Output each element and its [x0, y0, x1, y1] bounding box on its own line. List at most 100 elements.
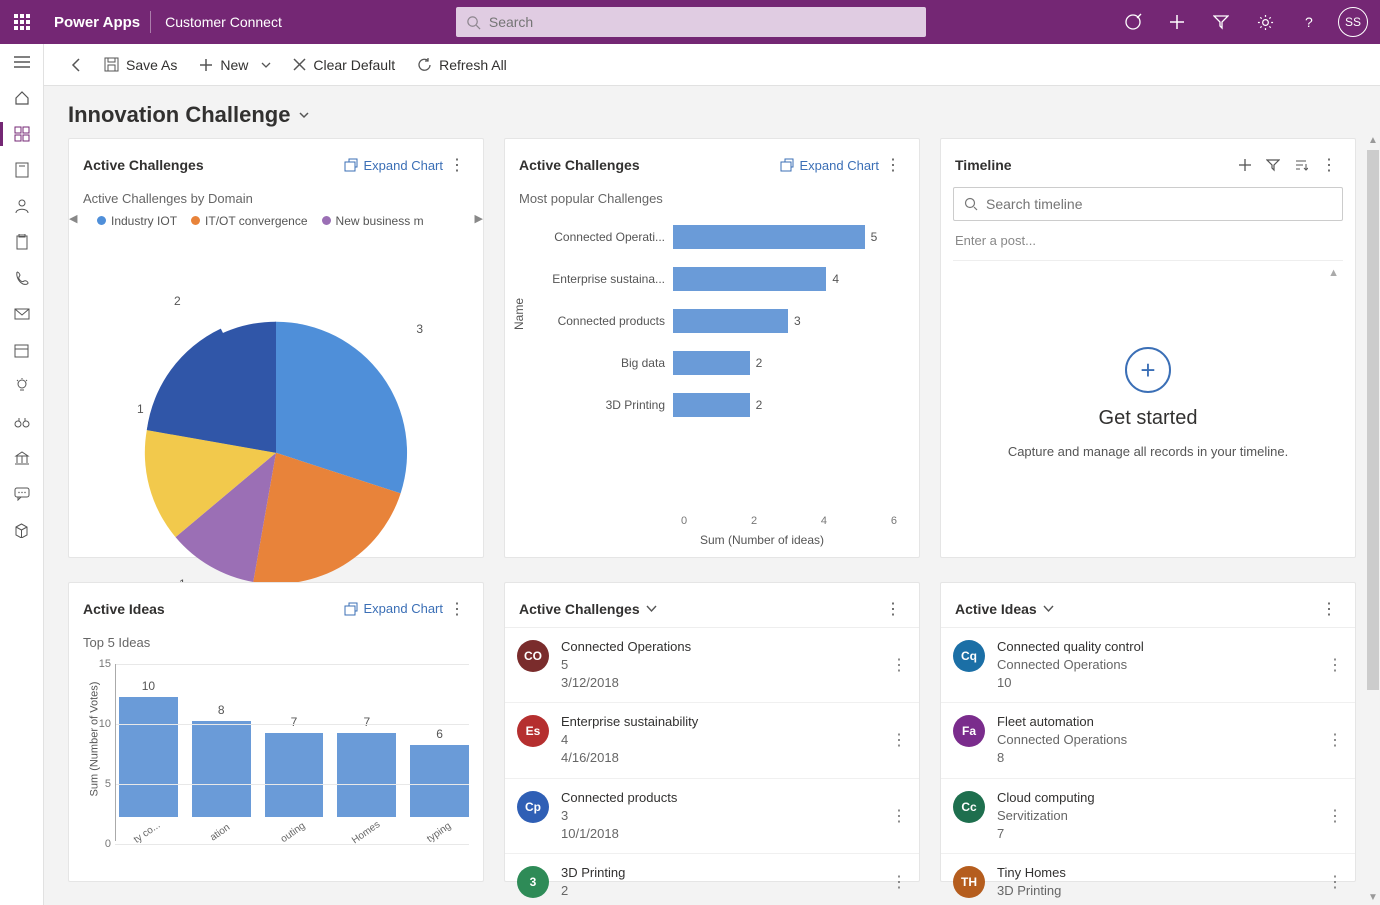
timeline-search[interactable] — [953, 187, 1343, 221]
save-as-button[interactable]: Save As — [94, 51, 187, 79]
card-timeline: Timeline ⋮ Enter a post... ▲ + — [940, 138, 1356, 558]
hbar-value: 4 — [832, 272, 839, 286]
close-icon — [293, 58, 306, 71]
more-icon[interactable]: ⋮ — [1321, 806, 1349, 826]
list-item[interactable]: Fa Fleet automationConnected Operations8… — [941, 703, 1355, 779]
nav-idea[interactable] — [0, 368, 44, 404]
expand-icon — [780, 158, 794, 172]
entity-badge-icon: CO — [517, 640, 549, 672]
vbar-category: ty co... — [128, 816, 169, 850]
vbar-chart: 05101510ty co...8ation7outing7Homes6typi… — [69, 654, 483, 881]
legend-next-icon[interactable]: ▶ — [475, 212, 483, 225]
expand-chart-button[interactable]: Expand Chart — [344, 158, 444, 173]
list-item[interactable]: CO Connected Operations53/12/2018 ⋮ — [505, 628, 919, 704]
refresh-all-button[interactable]: Refresh All — [407, 51, 517, 79]
more-icon[interactable]: ⋮ — [879, 151, 907, 179]
nav-person[interactable] — [0, 188, 44, 224]
more-icon[interactable]: ⋮ — [443, 151, 471, 179]
more-icon[interactable]: ⋮ — [1321, 655, 1349, 675]
more-icon[interactable]: ⋮ — [885, 872, 913, 892]
card-title: Active Ideas — [83, 601, 165, 617]
nav-bank[interactable] — [0, 440, 44, 476]
list-item-title: Connected quality control — [997, 638, 1309, 656]
vbar-category: outing — [274, 816, 315, 850]
nav-home[interactable] — [0, 80, 44, 116]
challenges-list: CO Connected Operations53/12/2018 ⋮Es En… — [505, 627, 919, 905]
list-item[interactable]: Cc Cloud computingServitization7 ⋮ — [941, 779, 1355, 855]
list-item-line3: 10/1/2018 — [561, 825, 873, 843]
nav-phone[interactable] — [0, 260, 44, 296]
search-icon — [466, 15, 481, 30]
timeline-search-input[interactable] — [986, 196, 1332, 212]
nav-mail[interactable] — [0, 296, 44, 332]
page-title-chevron-icon[interactable] — [298, 109, 310, 121]
entity-badge-icon: TH — [953, 866, 985, 898]
help-icon[interactable]: ? — [1288, 0, 1330, 44]
scroll-up-icon[interactable]: ▲ — [1328, 267, 1339, 279]
page-scrollbar[interactable]: ▲ ▼ — [1366, 132, 1380, 905]
nav-dashboard[interactable] — [0, 116, 44, 152]
more-icon[interactable]: ⋮ — [885, 806, 913, 826]
hbar-row: 3D Printing 2 — [533, 384, 903, 426]
more-icon[interactable]: ⋮ — [443, 595, 471, 623]
list-item[interactable]: Es Enterprise sustainability44/16/2018 ⋮ — [505, 703, 919, 779]
list-item[interactable]: Cp Connected products310/1/2018 ⋮ — [505, 779, 919, 855]
list-item[interactable]: Cq Connected quality controlConnected Op… — [941, 628, 1355, 704]
expand-chart-button[interactable]: Expand Chart — [780, 158, 880, 173]
left-nav-rail — [0, 44, 44, 905]
timeline-add-icon[interactable] — [1231, 151, 1259, 179]
expand-icon — [344, 602, 358, 616]
list-item-title: Cloud computing — [997, 789, 1309, 807]
clear-default-button[interactable]: Clear Default — [283, 51, 405, 79]
global-search-input[interactable] — [489, 14, 916, 30]
more-icon[interactable]: ⋮ — [1315, 151, 1343, 179]
chevron-down-icon — [261, 60, 271, 70]
avatar-button[interactable]: SS — [1332, 0, 1374, 44]
nav-binoculars[interactable] — [0, 404, 44, 440]
expand-icon — [344, 158, 358, 172]
list-item[interactable]: 3 3D Printing2 ⋮ — [505, 854, 919, 905]
gear-icon[interactable] — [1244, 0, 1286, 44]
timeline-filter-icon[interactable] — [1259, 151, 1287, 179]
more-icon[interactable]: ⋮ — [1315, 595, 1343, 623]
avatar: SS — [1338, 7, 1368, 37]
timeline-sort-icon[interactable] — [1287, 151, 1315, 179]
y-axis-label: Name — [512, 298, 526, 330]
legend-prev-icon[interactable]: ◀ — [69, 212, 77, 225]
back-button[interactable] — [58, 51, 92, 79]
timeline-post-input[interactable]: Enter a post... — [953, 229, 1343, 252]
new-button[interactable]: New — [189, 51, 281, 79]
page-title: Innovation Challenge — [68, 102, 290, 128]
nav-chat[interactable] — [0, 476, 44, 512]
list-item[interactable]: TH Tiny Homes3D Printing ⋮ — [941, 854, 1355, 905]
nav-hamburger[interactable] — [0, 44, 44, 80]
expand-chart-button[interactable]: Expand Chart — [344, 601, 444, 616]
card-title: Active Challenges — [83, 157, 204, 173]
target-icon[interactable] — [1112, 0, 1154, 44]
nav-worksheet[interactable] — [0, 152, 44, 188]
nav-clipboard[interactable] — [0, 224, 44, 260]
list-item-line2: Servitization — [997, 807, 1309, 825]
filter-icon[interactable] — [1200, 0, 1242, 44]
x-axis-ticks: 0246 — [533, 515, 897, 527]
global-search[interactable] — [456, 7, 926, 37]
vbar-category: typing — [419, 816, 460, 850]
plus-icon[interactable] — [1156, 0, 1198, 44]
hbar-value: 5 — [871, 230, 878, 244]
more-icon[interactable]: ⋮ — [1321, 730, 1349, 750]
entity-badge-icon: Fa — [953, 715, 985, 747]
vbar-column: 10ty co... — [119, 679, 178, 841]
card-pie-challenges: Active Challenges Expand Chart ⋮ Active … — [68, 138, 484, 558]
more-icon[interactable]: ⋮ — [879, 595, 907, 623]
nav-package[interactable] — [0, 512, 44, 548]
app-launcher-icon[interactable] — [0, 0, 44, 44]
timeline-get-started-icon[interactable]: + — [1125, 347, 1171, 393]
chevron-down-icon[interactable] — [1043, 603, 1054, 614]
card-title: Active Challenges — [519, 601, 640, 617]
chevron-down-icon[interactable] — [646, 603, 657, 614]
list-item-line3: 4/16/2018 — [561, 749, 873, 767]
nav-calendar[interactable] — [0, 332, 44, 368]
more-icon[interactable]: ⋮ — [885, 655, 913, 675]
more-icon[interactable]: ⋮ — [885, 730, 913, 750]
more-icon[interactable]: ⋮ — [1321, 872, 1349, 892]
